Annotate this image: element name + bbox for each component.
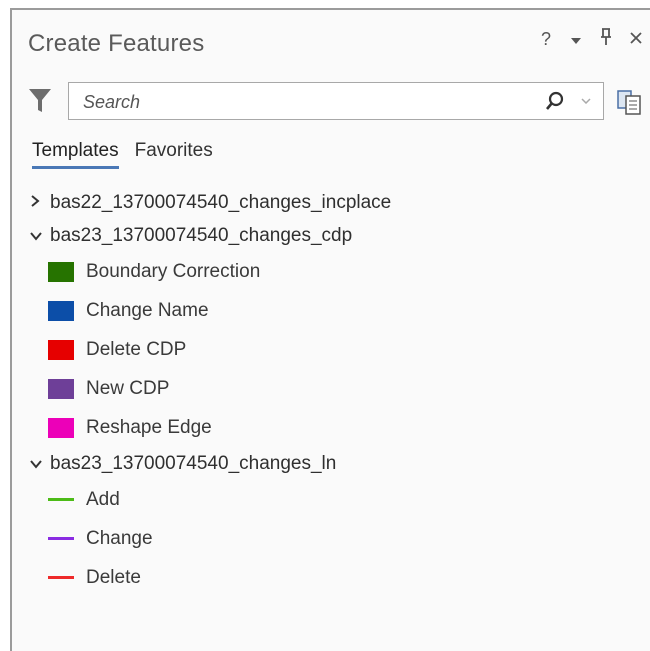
create-features-pane: Create Features ? Search Templates Favor… bbox=[10, 8, 650, 651]
search-options-chevron-icon[interactable] bbox=[581, 93, 591, 107]
template-item[interactable]: Reshape Edge bbox=[30, 408, 630, 447]
pin-icon[interactable] bbox=[598, 28, 614, 51]
filter-icon[interactable] bbox=[28, 88, 52, 114]
template-item[interactable]: Add bbox=[30, 480, 630, 519]
layer-group-cdp[interactable]: bas23_13700074540_changes_cdp bbox=[30, 219, 630, 252]
pane-menu-icon[interactable] bbox=[568, 29, 584, 50]
template-label: Delete bbox=[86, 566, 141, 588]
polygon-symbol-icon bbox=[48, 339, 74, 360]
template-label: Change Name bbox=[86, 299, 209, 321]
polygon-symbol-icon bbox=[48, 300, 74, 321]
template-tree: bas22_13700074540_changes_incplace bas23… bbox=[30, 186, 630, 597]
polygon-symbol-icon bbox=[48, 417, 74, 438]
template-label: Change bbox=[86, 527, 153, 549]
template-item[interactable]: Change Name bbox=[30, 291, 630, 330]
chevron-down-icon[interactable] bbox=[30, 456, 50, 472]
line-symbol-icon bbox=[48, 576, 74, 579]
template-item[interactable]: Delete bbox=[30, 558, 630, 597]
template-item[interactable]: Delete CDP bbox=[30, 330, 630, 369]
outer-margin-left bbox=[0, 0, 10, 651]
line-symbol-icon bbox=[48, 537, 74, 540]
template-item[interactable]: Change bbox=[30, 519, 630, 558]
search-box bbox=[68, 82, 604, 120]
polygon-symbol-icon bbox=[48, 261, 74, 282]
manage-templates-icon[interactable] bbox=[616, 88, 644, 116]
search-icon[interactable] bbox=[545, 91, 565, 111]
tab-strip: Templates Favorites bbox=[32, 140, 213, 169]
template-item[interactable]: New CDP bbox=[30, 369, 630, 408]
line-symbol-icon bbox=[48, 498, 74, 501]
layer-group-ln[interactable]: bas23_13700074540_changes_ln bbox=[30, 447, 630, 480]
template-label: Reshape Edge bbox=[86, 416, 212, 438]
app-frame: Create Features ? Search Templates Favor… bbox=[0, 0, 650, 651]
close-icon[interactable] bbox=[628, 29, 644, 50]
template-label: Boundary Correction bbox=[86, 260, 261, 282]
outer-margin-top bbox=[0, 0, 650, 8]
pane-title: Create Features bbox=[28, 30, 205, 57]
layer-name: bas23_13700074540_changes_cdp bbox=[50, 224, 353, 246]
tab-favorites[interactable]: Favorites bbox=[135, 140, 213, 169]
template-item[interactable]: Boundary Correction bbox=[30, 252, 630, 291]
help-icon[interactable]: ? bbox=[538, 29, 554, 50]
template-label: Add bbox=[86, 488, 120, 510]
chevron-right-icon[interactable] bbox=[30, 194, 50, 211]
layer-name: bas23_13700074540_changes_ln bbox=[50, 452, 337, 474]
template-label: New CDP bbox=[86, 377, 170, 399]
layer-group-incplace[interactable]: bas22_13700074540_changes_incplace bbox=[30, 186, 630, 219]
template-label: Delete CDP bbox=[86, 338, 187, 360]
layer-name: bas22_13700074540_changes_incplace bbox=[50, 191, 392, 213]
search-input[interactable] bbox=[81, 88, 545, 116]
chevron-down-icon[interactable] bbox=[30, 228, 50, 244]
pane-title-controls: ? bbox=[538, 28, 644, 51]
tab-templates[interactable]: Templates bbox=[32, 140, 119, 169]
polygon-symbol-icon bbox=[48, 378, 74, 399]
